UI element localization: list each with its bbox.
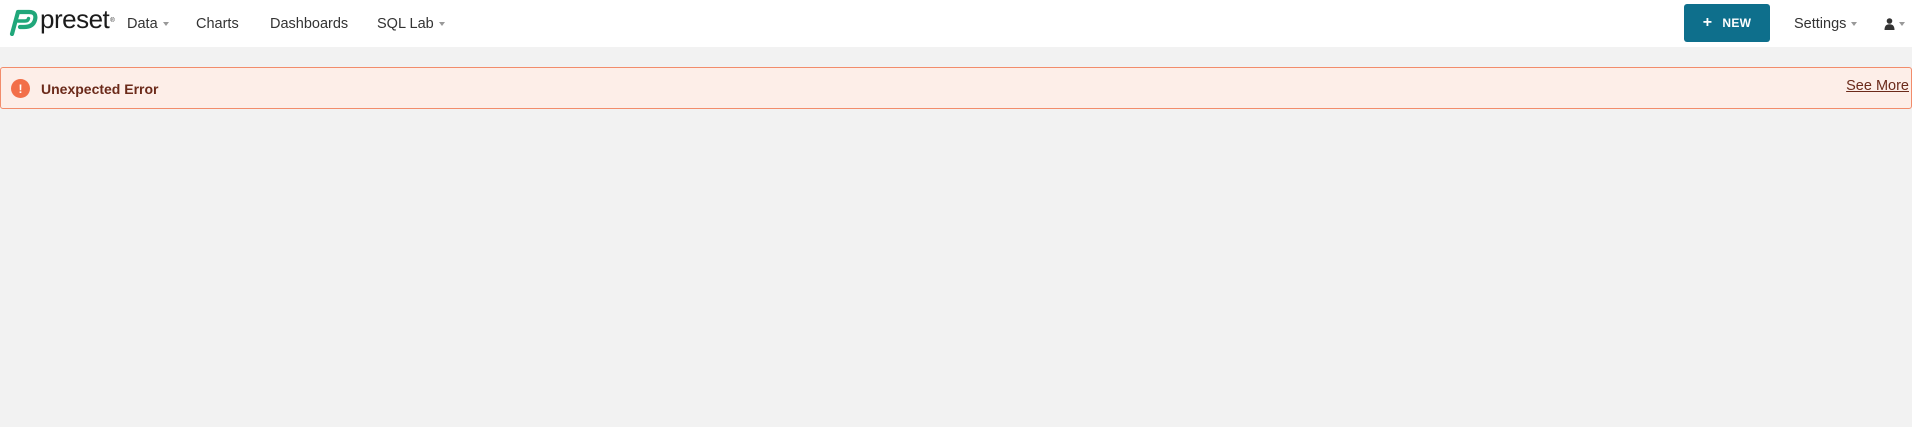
error-alert: ! Unexpected Error See More — [0, 67, 1912, 109]
nav-item-label: Dashboards — [270, 15, 349, 32]
caret-down-icon — [162, 22, 169, 26]
nav-item-label: SQL Lab — [377, 15, 434, 32]
exclamation-icon: ! — [11, 79, 30, 98]
caret-down-icon — [1899, 22, 1905, 26]
nav-item-charts[interactable]: Charts — [196, 0, 239, 47]
preset-logo-icon — [9, 9, 38, 36]
new-button[interactable]: + NEW — [1684, 4, 1770, 42]
settings-menu[interactable]: Settings — [1794, 0, 1858, 47]
nav-item-label: Data — [127, 15, 158, 32]
settings-label: Settings — [1794, 15, 1847, 32]
brand-name: preset — [40, 4, 110, 34]
trademark-symbol: ® — [110, 18, 115, 24]
caret-down-icon — [438, 22, 445, 26]
nav-item-dashboards[interactable]: Dashboards — [270, 0, 348, 47]
nav-item-sql-lab[interactable]: SQL Lab — [377, 0, 445, 47]
nav-item-data[interactable]: Data — [127, 0, 169, 47]
user-icon — [1884, 17, 1895, 30]
preset-logo[interactable]: preset ® — [9, 6, 115, 36]
new-button-label: NEW — [1722, 16, 1752, 30]
see-more-link[interactable]: See More — [1846, 78, 1909, 94]
nav-item-label: Charts — [196, 15, 239, 32]
caret-down-icon — [1851, 22, 1858, 26]
top-navbar: preset ® Data Charts Dashboards SQL Lab … — [0, 0, 1912, 47]
user-menu[interactable] — [1884, 0, 1905, 47]
alert-message: Unexpected Error — [41, 81, 159, 97]
plus-icon: + — [1702, 14, 1713, 31]
